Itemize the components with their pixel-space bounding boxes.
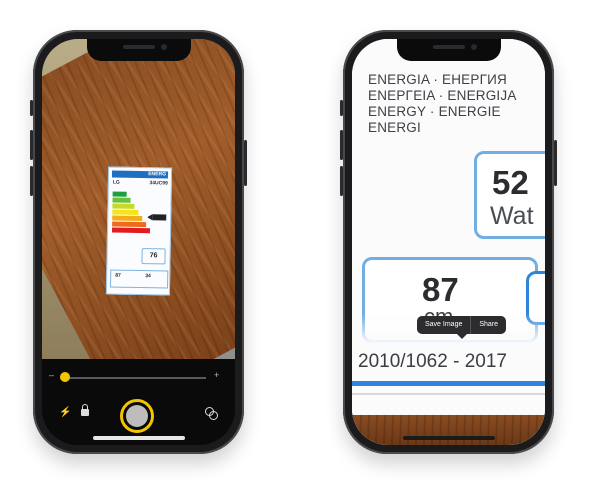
label-header: ENERG (148, 171, 167, 178)
zoom-slider[interactable] (60, 377, 206, 379)
camera-viewfinder[interactable]: ENERG LG 34UC99 76 87 34 (42, 39, 235, 359)
flash-icon[interactable]: ⚡ (59, 407, 71, 418)
context-menu: Save Image Share (417, 316, 507, 334)
shutter-button[interactable] (120, 399, 154, 433)
table-edge (352, 415, 545, 445)
magnified-screen: ENERGIA · ЕНЕРГИЯ ENEPΓEIA · ENERGIJA EN… (352, 39, 545, 445)
rating-bar (112, 203, 135, 209)
home-indicator (92, 436, 185, 440)
label-brand: LG (112, 179, 120, 186)
label-power-box: 76 (141, 248, 166, 265)
regulation-text: 2010/1062 - 2017 (358, 351, 507, 372)
label-size: 87 (115, 272, 121, 279)
rating-bar (112, 221, 147, 228)
rating-bar (112, 191, 127, 197)
magnified-image[interactable]: ENERGIA · ЕНЕРГИЯ ENEPΓEIA · ENERGIJA EN… (352, 39, 545, 445)
label-stripe (352, 381, 545, 386)
share-button[interactable]: Share (471, 316, 506, 334)
zoom-slider-knob[interactable] (60, 372, 70, 382)
rating-bar (111, 227, 151, 234)
zoom-minus-icon: – (49, 370, 55, 380)
label-model: 34UC99 (149, 180, 168, 187)
save-image-button[interactable]: Save Image (417, 316, 470, 334)
power-unit: Wat (490, 202, 534, 230)
lock-icon[interactable] (81, 404, 89, 416)
power-value: 52 (492, 164, 529, 201)
rating-arrow (152, 214, 167, 221)
rating-bar (112, 215, 143, 222)
left-phone: ENERG LG 34UC99 76 87 34 – + ⚡ (30, 30, 247, 454)
energy-label-photo: ENERG LG 34UC99 76 87 34 (105, 166, 173, 296)
camera-toolbar: – + ⚡ (42, 359, 235, 445)
rating-bar (112, 197, 131, 203)
filters-icon[interactable] (205, 407, 218, 420)
home-indicator (402, 436, 495, 440)
label-screen: 34 (145, 273, 151, 280)
energy-heading: ENERGIA · ЕНЕРГИЯ ENEPΓEIA · ENERGIJA EN… (368, 72, 517, 135)
right-phone: ENERGIA · ЕНЕРГИЯ ENEPΓEIA · ENERGIJA EN… (340, 30, 557, 454)
notch (86, 39, 191, 61)
zoom-plus-icon: + (214, 370, 220, 380)
camera-screen: ENERG LG 34UC99 76 87 34 – + ⚡ (42, 39, 235, 445)
rating-bar (112, 209, 139, 215)
notch (396, 39, 501, 61)
